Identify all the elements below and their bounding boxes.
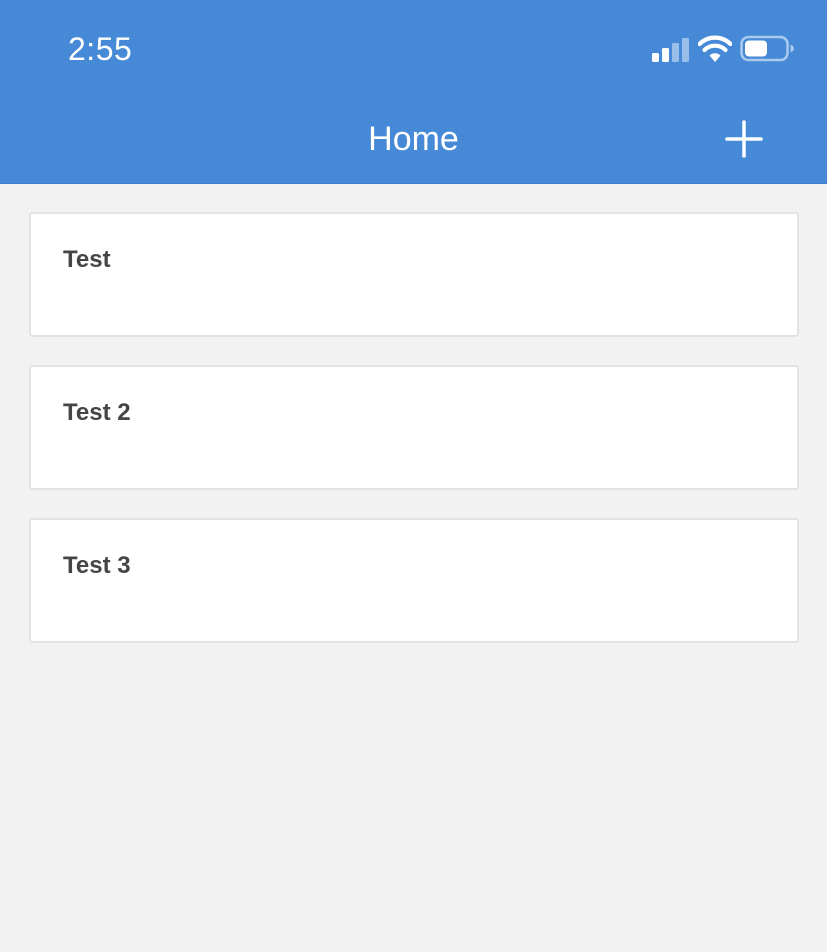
list-item-title: Test 2 <box>63 399 131 426</box>
add-button[interactable] <box>718 112 770 164</box>
status-time: 2:55 <box>68 31 133 67</box>
item-list: Test Test 2 Test 3 <box>29 212 799 671</box>
list-item-title: Test 3 <box>63 552 131 579</box>
wifi-icon <box>697 35 733 68</box>
page-title: Home <box>368 120 459 158</box>
header-bar: 2:55 Home <box>0 0 827 184</box>
list-item-title: Test <box>63 246 111 273</box>
list-item[interactable]: Test 3 <box>29 518 799 643</box>
list-item[interactable]: Test 2 <box>29 365 799 490</box>
list-item[interactable]: Test <box>29 212 799 337</box>
battery-icon <box>740 35 796 68</box>
signal-icon <box>652 36 692 69</box>
plus-icon <box>718 112 770 164</box>
